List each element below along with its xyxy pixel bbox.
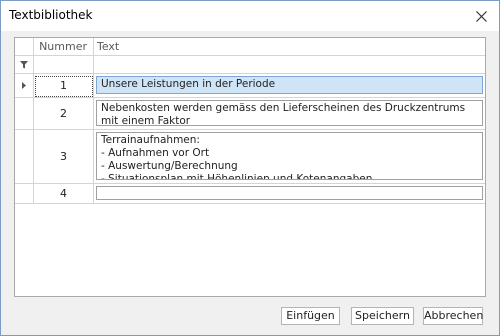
- row-indicator[interactable]: [15, 130, 34, 184]
- close-button[interactable]: [469, 5, 493, 27]
- row-4-number: 4: [60, 187, 67, 200]
- row-indicator[interactable]: [15, 98, 34, 130]
- title-bar: Textbibliothek: [1, 1, 499, 31]
- row-4-text[interactable]: [96, 186, 483, 200]
- filter-icon: [20, 60, 28, 68]
- filter-cell-number[interactable]: [34, 56, 94, 74]
- column-header-number[interactable]: Nummer: [34, 38, 94, 56]
- header-corner: [15, 38, 34, 56]
- row-1-text-cell[interactable]: Unsere Leistungen in der Periode: [94, 74, 485, 98]
- row-3-text-cell[interactable]: Terrainaufnahmen: - Aufnahmen vor Ort - …: [94, 130, 485, 184]
- text-library-grid: Nummer Text 1 Unsere Leistungen in der P…: [14, 37, 486, 297]
- column-header-text[interactable]: Text: [94, 38, 485, 56]
- row-3-text[interactable]: Terrainaufnahmen: - Aufnahmen vor Ort - …: [96, 132, 483, 180]
- save-button[interactable]: Speichern: [351, 307, 414, 325]
- column-header-number-label: Nummer: [39, 40, 87, 53]
- row-4-text-cell[interactable]: [94, 184, 485, 204]
- row-1-text[interactable]: Unsere Leistungen in der Periode: [96, 76, 483, 94]
- window-title: Textbibliothek: [9, 8, 93, 22]
- column-header-text-label: Text: [97, 40, 120, 53]
- row-indicator[interactable]: [15, 74, 34, 98]
- row-2-text[interactable]: Nebenkosten werden gemäss den Liefersche…: [96, 100, 483, 126]
- row-1-number: 1: [60, 79, 67, 92]
- row-3-number: 3: [60, 150, 67, 163]
- row-2-number-cell[interactable]: 2: [34, 98, 94, 130]
- filter-row-indicator[interactable]: [15, 56, 34, 74]
- caret-right-icon: [22, 82, 26, 89]
- row-3-number-cell[interactable]: 3: [34, 130, 94, 184]
- insert-button[interactable]: Einfügen: [281, 307, 340, 325]
- filter-cell-text[interactable]: [94, 56, 485, 74]
- close-icon: [475, 10, 487, 22]
- row-1-number-cell[interactable]: 1: [34, 74, 94, 98]
- row-2-number: 2: [60, 107, 67, 120]
- row-2-text-cell[interactable]: Nebenkosten werden gemäss den Liefersche…: [94, 98, 485, 130]
- row-4-number-cell[interactable]: 4: [34, 184, 94, 204]
- row-indicator[interactable]: [15, 184, 34, 204]
- cancel-button[interactable]: Abbrechen: [423, 307, 483, 325]
